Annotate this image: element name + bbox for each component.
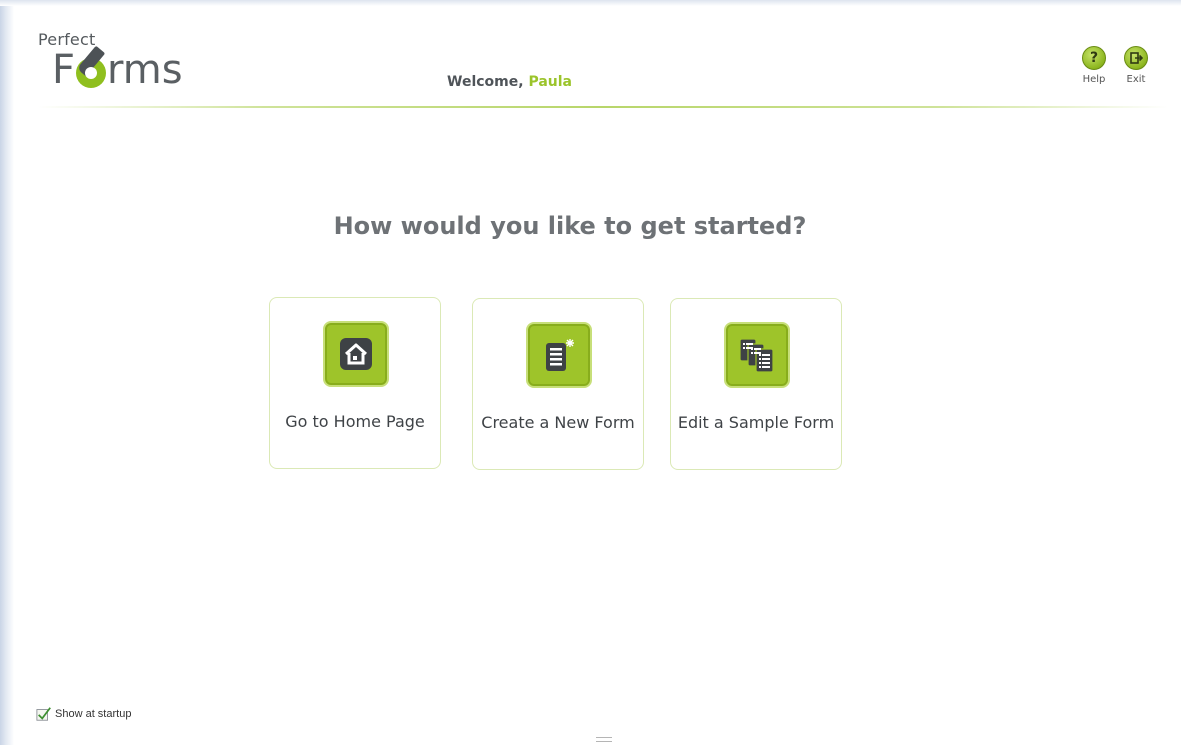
option-label: Create a New Form <box>481 413 635 432</box>
welcome-prefix: Welcome, <box>447 74 529 90</box>
checkbox-checked-icon <box>36 707 51 721</box>
help-label: Help <box>1082 74 1106 85</box>
help-button[interactable]: ? Help <box>1078 46 1110 96</box>
exit-label: Exit <box>1126 74 1146 85</box>
logo-letter-f: F <box>52 47 76 93</box>
help-glyph: ? <box>1089 50 1099 66</box>
welcome-message: Welcome, Paula <box>447 74 572 90</box>
perfectforms-logo: Perfect Frms <box>38 30 198 100</box>
app-window: Perfect Frms Welcome, Paula ? Help Exit … <box>0 0 1181 745</box>
create-new-form-button[interactable]: Create a New Form <box>472 298 644 470</box>
exit-icon <box>1124 46 1148 70</box>
window-edge <box>0 0 14 745</box>
user-name: Paula <box>528 74 572 90</box>
logo-pen-mark-icon <box>76 45 107 88</box>
header-divider <box>38 106 1168 108</box>
option-label: Edit a Sample Form <box>677 413 835 432</box>
show-at-startup-label: Show at startup <box>55 708 132 720</box>
help-icon: ? <box>1082 46 1106 70</box>
logo-letters-rms: rms <box>107 47 183 93</box>
edit-sample-form-button[interactable]: Edit a Sample Form <box>670 298 842 470</box>
show-at-startup-checkbox[interactable]: Show at startup <box>36 706 131 722</box>
option-label: Go to Home Page <box>285 412 425 431</box>
home-icon <box>323 321 389 387</box>
page-title: How would you like to get started? <box>333 212 807 240</box>
resize-grip[interactable] <box>596 737 612 742</box>
exit-button[interactable]: Exit <box>1120 46 1152 96</box>
go-to-home-page-button[interactable]: Go to Home Page <box>269 297 441 469</box>
logo-wordmark: Frms <box>52 45 183 93</box>
new-form-icon <box>526 322 592 388</box>
sample-forms-icon <box>724 322 790 388</box>
